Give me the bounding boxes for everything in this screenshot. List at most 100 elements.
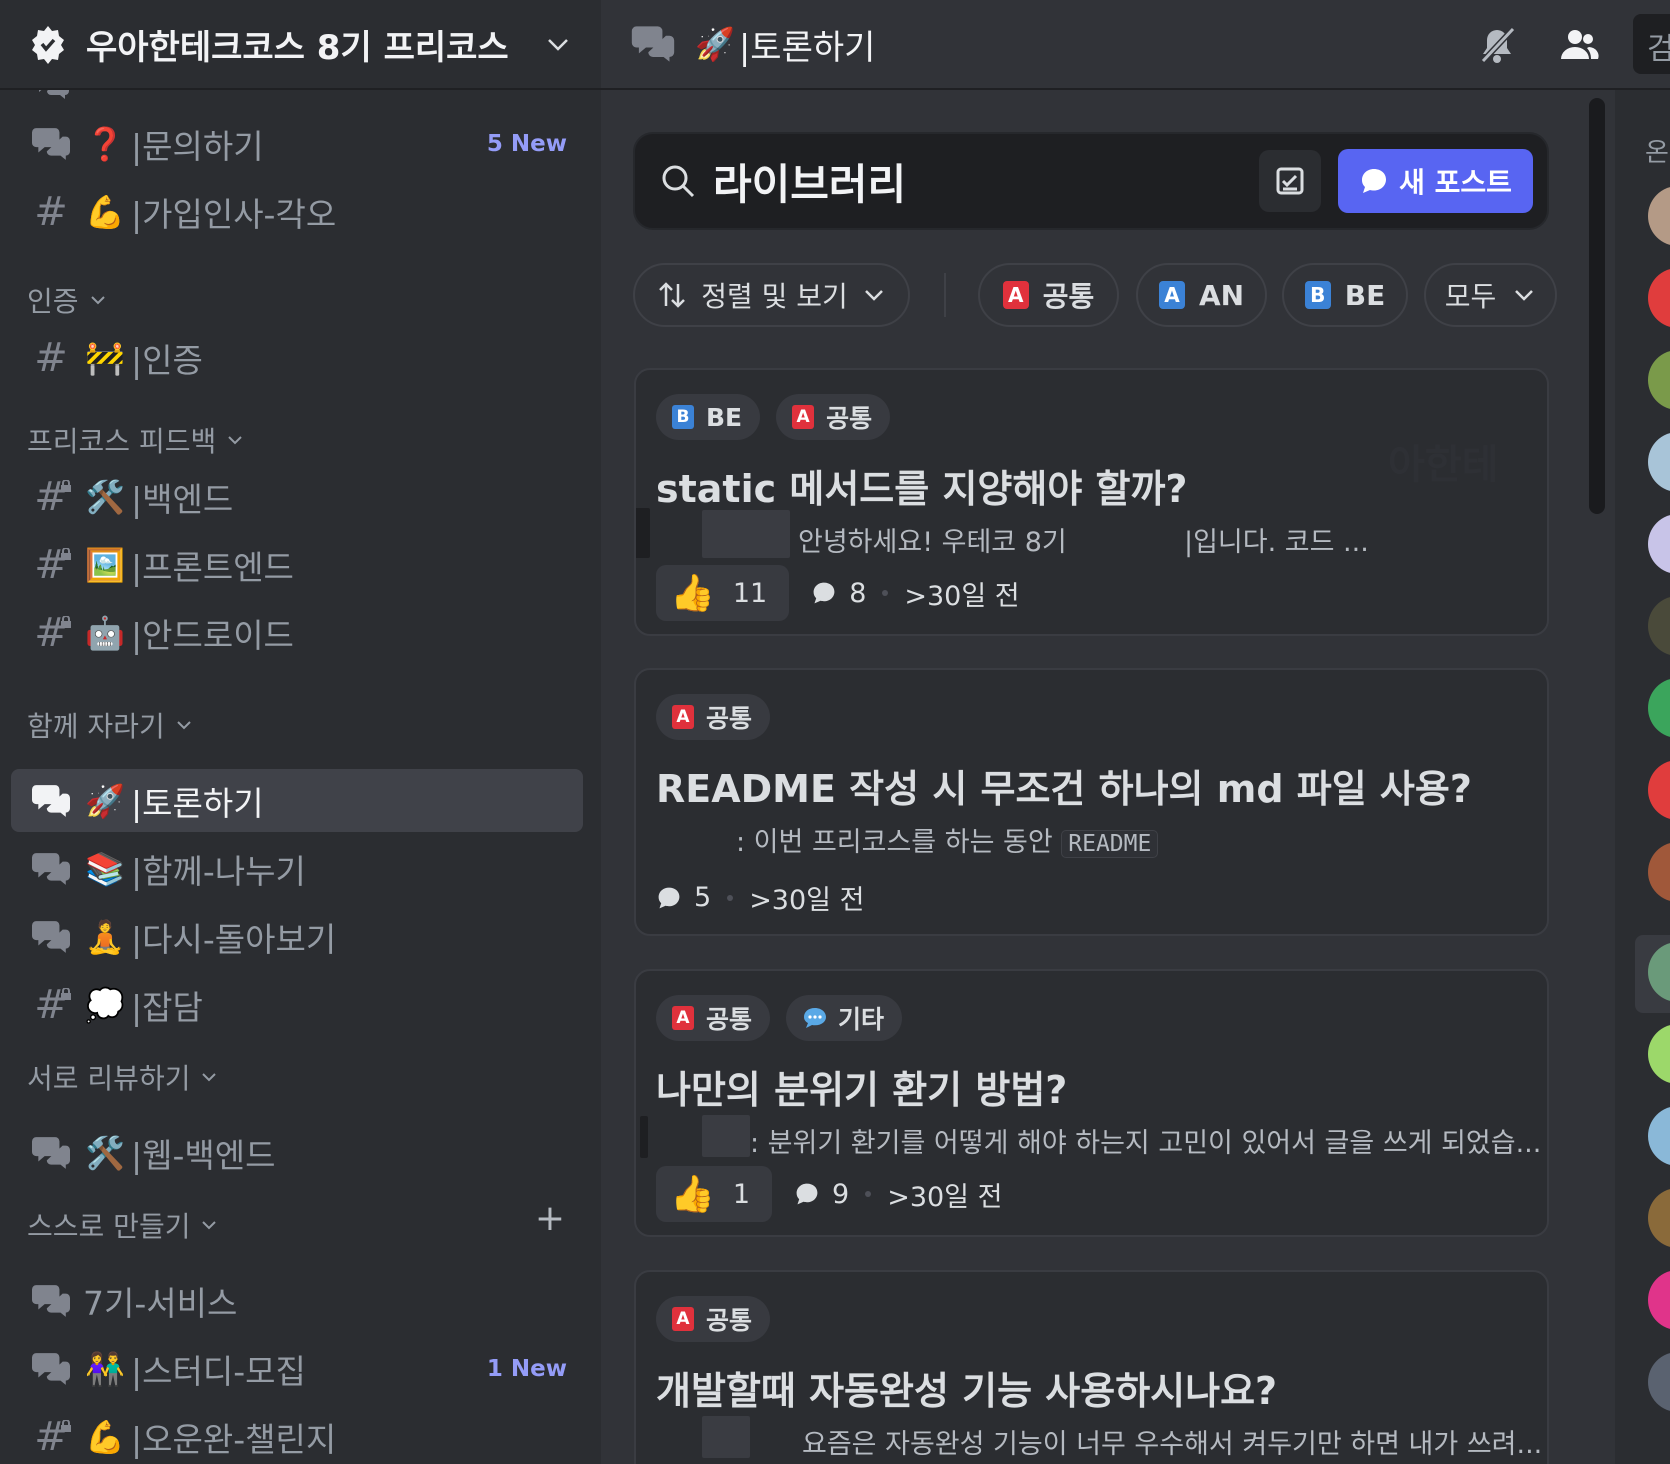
tag-label: 공통: [706, 1306, 753, 1335]
filter-label: 공통: [1042, 280, 1095, 313]
post-meta: 5 >30일 전: [656, 878, 864, 917]
category-review[interactable]: 서로 리뷰하기: [27, 1057, 218, 1097]
chevron-down-icon: [202, 1073, 217, 1082]
channel-item-workout-challenge[interactable]: # 💪 |오운완-챌린지: [11, 1405, 583, 1464]
channel-item-frontend[interactable]: # 🖼️ |프론트엔드: [11, 533, 583, 596]
avatar[interactable]: [1648, 268, 1670, 328]
avatar[interactable]: [1648, 186, 1670, 246]
post-card[interactable]: A 공통 README 작성 시 무조건 하나의 md 파일 사용? : 이번 프…: [634, 668, 1549, 936]
avatar[interactable]: [1648, 514, 1670, 574]
channel-item-discussion[interactable]: 🚀 |토론하기: [11, 769, 583, 832]
framed-picture-icon: 🖼️: [85, 545, 125, 584]
chevron-down-icon: [176, 721, 191, 730]
add-channel-plus-icon[interactable]: +: [535, 1198, 565, 1239]
post-tag: B BE: [656, 394, 761, 440]
avatar[interactable]: [1648, 1270, 1670, 1330]
reaction-count: 11: [732, 577, 768, 609]
member-list-button[interactable]: [1556, 22, 1602, 68]
filter-all-dropdown[interactable]: 모두: [1424, 263, 1557, 327]
channel-item-backend[interactable]: # 🛠️ |백엔드: [11, 465, 583, 528]
post-tags: B BE A 공통: [656, 394, 906, 440]
meta-separator: [727, 894, 734, 901]
avatar[interactable]: [1648, 1024, 1670, 1084]
hash-lock-icon: #: [27, 1414, 75, 1460]
chat-bubble-icon: [1362, 169, 1387, 193]
avatar[interactable]: [1648, 842, 1670, 902]
channel-label: |토론하기: [131, 783, 264, 823]
avatar[interactable]: [1648, 596, 1670, 656]
avatar[interactable]: [1648, 432, 1670, 492]
post-card[interactable]: A 공통 기타 나만의 분위기 환기 방법? : 분위기 환기를 어떻게 해야 하…: [634, 969, 1549, 1237]
channel-sidebar: ❓ |문의하기 5 New # 💪 |가입인사-각오 인증 # 🚧 |인증 프리…: [0, 0, 601, 1464]
post-tags: A 공통: [656, 1296, 786, 1342]
hash-lock-icon: #: [27, 542, 75, 588]
avatar[interactable]: [1648, 1106, 1670, 1166]
forum-icon: [27, 123, 75, 165]
forum-scrollbar[interactable]: [1589, 98, 1605, 514]
post-meta: 👍 11 8 >30일 전: [656, 565, 1020, 621]
channel-item-greetings[interactable]: # 💪 |가입인사-각오: [11, 180, 583, 243]
tag-letter-icon: A: [672, 1006, 694, 1030]
channel-label: |가입인사-각오: [131, 194, 337, 234]
avatar[interactable]: [1648, 350, 1670, 410]
category-build-yourself[interactable]: 스스로 만들기: [27, 1205, 218, 1245]
channel-item-share[interactable]: 📚 |함께-나누기: [11, 837, 583, 900]
channel-label: |스터디-모집: [131, 1351, 306, 1391]
hash-icon: #: [34, 188, 68, 235]
hash-lock-icon: #: [27, 610, 75, 656]
avatar[interactable]: [1648, 678, 1670, 738]
channel-item-inquiry[interactable]: ❓ |문의하기 5 New: [11, 112, 583, 175]
category-feedback[interactable]: 프리코스 피드백: [27, 420, 244, 460]
member-list: 온: [1615, 90, 1670, 1464]
avatar[interactable]: [1648, 1352, 1670, 1412]
redacted-author: [702, 1115, 750, 1157]
reaction-button[interactable]: 👍 11: [656, 565, 790, 621]
tag-label: 공통: [826, 404, 873, 433]
server-guide-icon: [32, 26, 64, 64]
filter-tag-be[interactable]: B BE: [1282, 263, 1408, 327]
flexed-biceps-icon: 💪: [85, 1417, 125, 1456]
category-grow-together[interactable]: 함께 자라기: [27, 705, 193, 745]
meta-separator: [882, 590, 889, 596]
avatar[interactable]: [1648, 1188, 1670, 1248]
sort-view-button[interactable]: 정렬 및 보기: [633, 263, 910, 327]
post-tag: A 공통: [656, 1296, 771, 1342]
search-input[interactable]: 검: [1633, 14, 1670, 74]
post-card[interactable]: 아한테 B BE A 공통 static 메서드를 지양해야 할까? 안녕하세요! …: [634, 368, 1549, 636]
inline-code: README: [1061, 830, 1159, 858]
tag-select-button[interactable]: [1259, 150, 1321, 212]
post-tags: A 공통: [656, 694, 786, 740]
post-card[interactable]: A 공통 개발할때 자동완성 기능 사용하시나요? 요즘은 자동완성 기능이 너무…: [634, 1270, 1549, 1464]
chevron-down-icon: [202, 1221, 217, 1230]
post-excerpt: 안녕하세요! 우테코 8기: [798, 527, 1067, 558]
channel-item-chat[interactable]: # 💭 |잡담: [11, 973, 583, 1036]
filter-label: BE: [1344, 278, 1386, 312]
channel-item-retrospect[interactable]: 🧘 |다시-돌아보기: [11, 905, 583, 968]
post-tag: A 공통: [776, 394, 891, 440]
forum-lock-icon: [27, 1280, 75, 1322]
reaction-count: 1: [732, 1178, 751, 1210]
redacted-area: [636, 508, 650, 558]
channel-header: 🚀 |토론하기 검: [601, 0, 1670, 90]
thought-balloon-icon: 💭: [85, 985, 125, 1024]
channel-item-study-recruit[interactable]: 👫 |스터디-모집 1 New: [11, 1337, 583, 1400]
channel-item-7th-service[interactable]: 7기-서비스: [11, 1269, 583, 1332]
category-auth[interactable]: 인증: [27, 280, 107, 320]
server-header[interactable]: 우아한테크코스 8기 프리코스: [0, 0, 601, 90]
members-icon: [1561, 30, 1599, 59]
tools-icon: 🛠️: [85, 1133, 125, 1172]
new-post-button[interactable]: 새 포스트: [1338, 149, 1533, 213]
notification-muted-button[interactable]: [1474, 22, 1520, 68]
tag-letter-icon: A: [792, 405, 815, 429]
redacted-area: [640, 1116, 648, 1158]
people-holding-hands-icon: 👫: [85, 1349, 125, 1388]
avatar[interactable]: [1648, 760, 1670, 820]
redacted-author: [702, 510, 790, 558]
channel-item-android[interactable]: # 🤖 |안드로이드: [11, 601, 583, 664]
channel-item-web-backend[interactable]: 🛠️ |웹-백엔드: [11, 1121, 583, 1184]
reaction-button[interactable]: 👍 1: [656, 1166, 773, 1222]
tag-label: BE: [706, 402, 743, 432]
filter-tag-common[interactable]: A 공통: [978, 263, 1119, 327]
filter-tag-an[interactable]: A AN: [1136, 263, 1267, 327]
channel-item-auth[interactable]: # 🚧 |인증: [11, 326, 583, 389]
